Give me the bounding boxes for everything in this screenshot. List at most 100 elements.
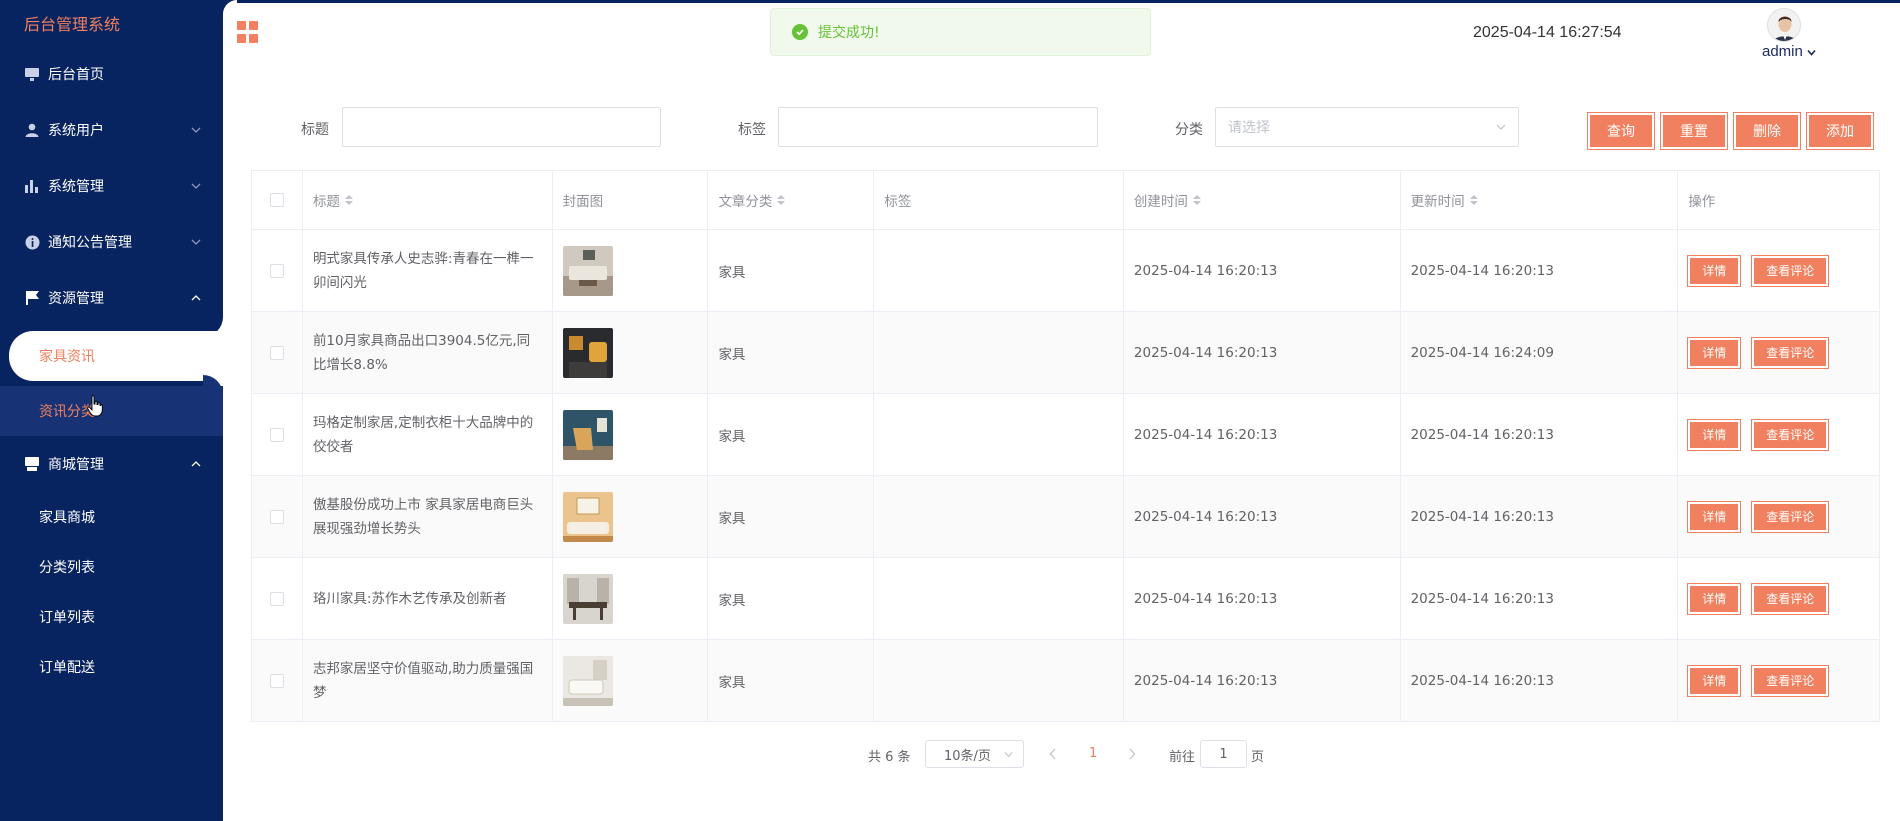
query-button[interactable]: 查询 <box>1587 112 1655 150</box>
cover-cell <box>553 394 709 475</box>
view-comments-button[interactable]: 查看评论 <box>1751 336 1830 369</box>
sidebar-item-order-delivery[interactable]: 订单配送 <box>0 642 223 692</box>
page-size-select[interactable]: 10条/页 <box>925 740 1024 768</box>
sidebar-item-system[interactable]: 系统管理 <box>0 158 223 214</box>
detail-button[interactable]: 详情 <box>1687 418 1742 451</box>
current-datetime: 2025-04-14 16:27:54 <box>1473 24 1622 41</box>
cover-cell <box>553 640 709 721</box>
header-label: 标签 <box>884 194 912 210</box>
category-select[interactable]: 请选择 <box>1215 107 1519 147</box>
header-created[interactable]: 创建时间 <box>1124 171 1401 229</box>
cover-image[interactable] <box>562 491 613 542</box>
select-all-checkbox[interactable] <box>269 193 284 207</box>
check-circle-icon <box>792 24 808 40</box>
reset-button[interactable]: 重置 <box>1660 112 1728 150</box>
row-select-cell <box>252 640 303 721</box>
chevron-down-icon <box>1004 752 1013 758</box>
sort-icon[interactable] <box>777 195 786 205</box>
row-select-cell <box>252 230 303 311</box>
sidebar-item-label: 订单配送 <box>39 660 95 676</box>
view-comments-button[interactable]: 查看评论 <box>1751 500 1830 533</box>
actions-cell: 详情 查看评论 <box>1678 312 1879 393</box>
username: admin <box>1762 43 1803 60</box>
delete-button[interactable]: 删除 <box>1733 112 1801 150</box>
sidebar-item-mall[interactable]: 商城管理 <box>0 436 223 492</box>
row-checkbox[interactable] <box>269 591 284 606</box>
cover-image[interactable] <box>562 573 613 624</box>
row-checkbox[interactable] <box>269 345 284 360</box>
row-checkbox[interactable] <box>269 427 284 442</box>
tag-cell <box>874 230 1124 311</box>
row-title: 前10月家具商品出口3904.5亿元,同比增长8.8% <box>312 332 531 373</box>
tag-input[interactable] <box>778 107 1098 147</box>
detail-button[interactable]: 详情 <box>1687 664 1742 697</box>
row-select-cell <box>252 394 303 475</box>
view-comments-button[interactable]: 查看评论 <box>1751 582 1830 615</box>
actions-cell: 详情 查看评论 <box>1678 230 1879 311</box>
view-comments-button[interactable]: 查看评论 <box>1751 418 1830 451</box>
detail-button[interactable]: 详情 <box>1687 582 1742 615</box>
sidebar-item-users[interactable]: 系统用户 <box>0 102 223 158</box>
updated-cell: 2025-04-14 16:24:09 <box>1401 312 1679 393</box>
sidebar-item-label: 通知公告管理 <box>48 235 132 251</box>
table-row: 志邦家居坚守价值驱动,助力质量强国梦 家具 2025-04-14 16:20:1… <box>252 640 1879 722</box>
tag-cell <box>874 476 1124 557</box>
category-cell: 家具 <box>708 230 875 311</box>
sidebar-item-notice[interactable]: 通知公告管理 <box>0 214 223 270</box>
cover-image[interactable] <box>562 655 613 706</box>
category-cell: 家具 <box>708 394 875 475</box>
next-page-icon[interactable] <box>1128 748 1136 760</box>
row-checkbox[interactable] <box>269 673 284 688</box>
sort-icon[interactable] <box>344 195 353 205</box>
cover-cell <box>553 312 709 393</box>
detail-button[interactable]: 详情 <box>1687 254 1742 287</box>
sidebar-item-news-category[interactable]: 资讯分类 <box>0 386 223 436</box>
page-number-current[interactable]: 1 <box>1089 746 1097 761</box>
tag-cell <box>874 312 1124 393</box>
detail-button[interactable]: 详情 <box>1687 336 1742 369</box>
view-comments-button[interactable]: 查看评论 <box>1751 254 1830 287</box>
header-cover: 封面图 <box>553 171 709 229</box>
cover-image[interactable] <box>562 245 613 296</box>
sort-icon[interactable] <box>1192 195 1201 205</box>
user-menu[interactable]: admin <box>1762 43 1816 60</box>
detail-button[interactable]: 详情 <box>1687 500 1742 533</box>
add-button[interactable]: 添加 <box>1806 112 1874 150</box>
sidebar-item-resources[interactable]: 资源管理 <box>0 270 223 326</box>
actions-cell: 详情 查看评论 <box>1678 558 1879 639</box>
sidebar-item-label: 订单列表 <box>39 610 95 626</box>
created-cell: 2025-04-14 16:20:13 <box>1124 640 1401 721</box>
title-input[interactable] <box>342 107 661 147</box>
app-brand: 后台管理系统 <box>24 15 121 34</box>
avatar[interactable] <box>1767 8 1801 42</box>
page-size-value: 10条/页 <box>944 748 991 764</box>
sort-icon[interactable] <box>1469 195 1478 205</box>
row-checkbox[interactable] <box>269 509 284 524</box>
sidebar-item-furniture-news[interactable]: 家具资讯 <box>9 331 223 381</box>
header-updated[interactable]: 更新时间 <box>1401 171 1679 229</box>
sidebar-item-furniture-mall[interactable]: 家具商城 <box>0 492 223 542</box>
cover-image[interactable] <box>562 409 613 460</box>
user-icon <box>24 122 40 138</box>
updated-cell: 2025-04-14 16:20:13 <box>1401 640 1679 721</box>
header-tag: 标签 <box>874 171 1124 229</box>
category-cell: 家具 <box>708 312 875 393</box>
header-category[interactable]: 文章分类 <box>708 171 875 229</box>
sidebar-item-label: 系统用户 <box>48 123 104 139</box>
sidebar-item-order-list[interactable]: 订单列表 <box>0 592 223 642</box>
table-row: 珞川家具:苏作木艺传承及创新者 家具 2025-04-14 16:20:13 2… <box>252 558 1879 640</box>
sidebar-item-dashboard[interactable]: 后台首页 <box>0 46 223 102</box>
header-title[interactable]: 标题 <box>303 171 553 229</box>
menu-grid-icon[interactable] <box>237 21 259 43</box>
created-cell: 2025-04-14 16:20:13 <box>1124 476 1401 557</box>
view-comments-button[interactable]: 查看评论 <box>1751 664 1830 697</box>
prev-page-icon[interactable] <box>1049 748 1057 760</box>
title-cell: 珞川家具:苏作木艺传承及创新者 <box>303 558 553 639</box>
goto-page-input[interactable]: 1 <box>1200 740 1247 768</box>
row-checkbox[interactable] <box>269 263 284 278</box>
sidebar-item-category-list[interactable]: 分类列表 <box>0 542 223 592</box>
header-label: 标题 <box>312 194 340 210</box>
pagination-total: 共 6 条 <box>868 750 911 765</box>
sidebar-item-label: 家具商城 <box>39 510 95 526</box>
cover-image[interactable] <box>562 327 613 378</box>
